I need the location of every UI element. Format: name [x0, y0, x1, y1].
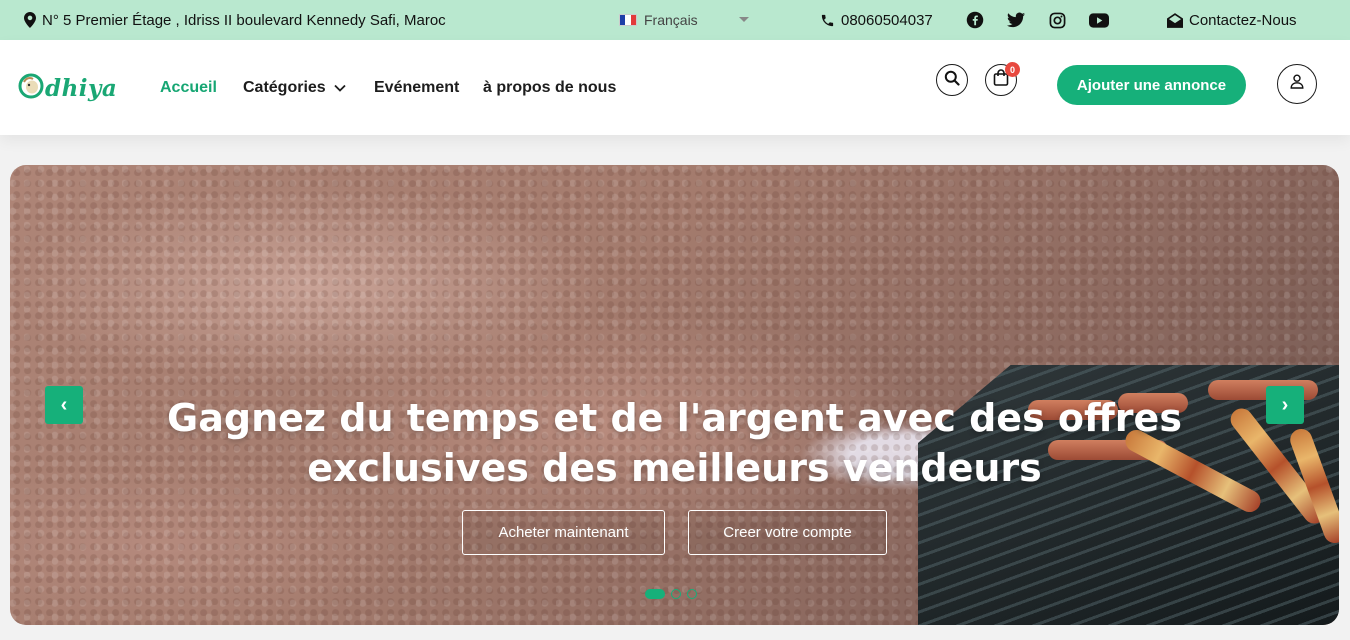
create-account-button[interactable]: Creer votre compte [688, 510, 887, 555]
address-text: N° 5 Premier Étage , Idriss II boulevard… [42, 11, 446, 29]
nav-event[interactable]: Evénement [374, 40, 459, 135]
instagram-icon[interactable] [1049, 0, 1066, 40]
language-selector[interactable]: Français [619, 0, 698, 40]
user-icon [1290, 74, 1304, 94]
contact-link[interactable]: Contactez-Nous [1167, 0, 1297, 40]
chevron-down-icon [334, 79, 346, 97]
nav-about[interactable]: à propos de nous [483, 40, 616, 135]
search-icon [944, 70, 960, 91]
slider-dot[interactable] [645, 589, 665, 599]
account-button[interactable] [1277, 64, 1317, 104]
slider-dot[interactable] [687, 589, 697, 599]
hero-slider: ‹ › Gagnez du temps et de l'argent avec … [10, 165, 1339, 625]
france-flag-icon [619, 14, 637, 26]
youtube-icon[interactable] [1089, 0, 1109, 40]
hero-title-line-1: Gagnez du temps et de l'argent avec des … [167, 396, 1182, 440]
top-bar: N° 5 Premier Étage , Idriss II boulevard… [0, 0, 1350, 40]
caret-down-icon[interactable] [738, 0, 750, 40]
phone-number: 08060504037 [841, 11, 933, 29]
hero-title: Gagnez du temps et de l'argent avec des … [10, 393, 1339, 493]
nav-home[interactable]: Accueil [160, 40, 217, 135]
slider-pagination [645, 589, 697, 599]
search-button[interactable] [936, 64, 968, 96]
nav-categories-label: Catégories [243, 78, 326, 96]
envelope-open-icon [1167, 12, 1183, 28]
facebook-icon[interactable] [966, 0, 984, 40]
buy-now-button[interactable]: Acheter maintenant [462, 510, 665, 555]
hero-title-line-2: exclusives des meilleurs vendeurs [307, 446, 1042, 490]
logo-text: dhiya [45, 75, 118, 102]
contact-label: Contactez-Nous [1189, 11, 1297, 29]
site-logo[interactable]: dhiya [18, 73, 117, 104]
twitter-icon[interactable] [1007, 0, 1025, 40]
cart-count-badge: 0 [1005, 62, 1020, 77]
address: N° 5 Premier Étage , Idriss II boulevard… [24, 0, 446, 40]
slider-dot[interactable] [671, 589, 681, 599]
map-pin-icon [24, 12, 36, 28]
add-listing-button[interactable]: Ajouter une annonce [1057, 65, 1246, 105]
phone-icon [820, 13, 835, 28]
phone-link[interactable]: 08060504037 [820, 0, 933, 40]
language-label: Français [644, 12, 698, 28]
sheep-logo-icon [18, 73, 44, 104]
nav-categories[interactable]: Catégories [243, 40, 346, 135]
